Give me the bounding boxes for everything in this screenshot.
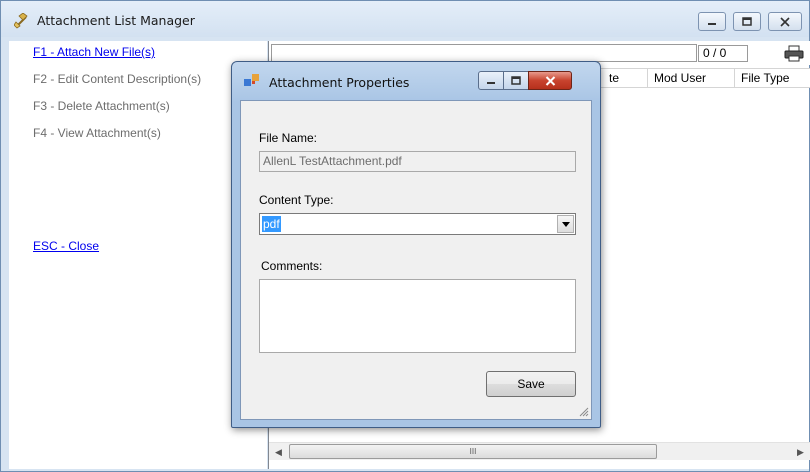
window-title: Attachment List Manager — [37, 13, 195, 28]
dialog-window-icon — [244, 74, 259, 86]
search-field[interactable] — [271, 44, 697, 62]
dialog-body: File Name: AllenL TestAttachment.pdf Con… — [240, 100, 592, 420]
dialog-title: Attachment Properties — [269, 75, 410, 90]
delete-attachments-command[interactable]: F3 - Delete Attachment(s) — [33, 99, 170, 113]
attachment-properties-dialog: Attachment Properties File Name: AllenL … — [231, 61, 601, 428]
minimize-button[interactable] — [698, 12, 726, 31]
attach-new-files-link[interactable]: F1 - Attach New File(s) — [33, 45, 155, 59]
dialog-minimize-button[interactable] — [478, 71, 504, 90]
view-attachments-command[interactable]: F4 - View Attachment(s) — [33, 126, 161, 140]
minimize-icon — [487, 81, 495, 84]
scroll-left-icon[interactable]: ◀ — [270, 443, 287, 461]
page-counter: 0 / 0 — [698, 45, 748, 62]
close-icon — [545, 75, 555, 86]
scroll-thumb-grip: III — [469, 447, 477, 456]
resize-grip-icon[interactable] — [577, 405, 589, 417]
scroll-right-icon[interactable]: ▶ — [792, 443, 809, 461]
close-link[interactable]: ESC - Close — [33, 239, 99, 253]
comments-textarea[interactable] — [259, 279, 576, 353]
content-type-dropdown[interactable]: pdf — [259, 213, 576, 235]
minimize-icon — [708, 22, 716, 25]
column-header-mod-user[interactable]: Mod User — [648, 69, 735, 88]
save-button[interactable]: Save — [486, 371, 576, 397]
column-header-file-type[interactable]: File Type — [735, 69, 810, 88]
main-titlebar[interactable]: Attachment List Manager — [1, 1, 809, 37]
dialog-maximize-button[interactable] — [503, 71, 529, 90]
maximize-button[interactable] — [733, 12, 761, 31]
dialog-close-button[interactable] — [528, 71, 572, 90]
horizontal-scrollbar[interactable]: ◀ III ▶ — [269, 442, 810, 460]
maximize-icon — [511, 76, 521, 85]
command-pane: F1 - Attach New File(s) F2 - Edit Conten… — [9, 41, 267, 469]
dropdown-button[interactable] — [557, 215, 574, 233]
print-icon — [784, 45, 803, 61]
close-button[interactable] — [768, 12, 802, 31]
content-type-selected-value: pdf — [262, 216, 281, 232]
file-name-field[interactable]: AllenL TestAttachment.pdf — [259, 151, 576, 172]
comments-label: Comments: — [261, 259, 323, 273]
app-icon — [14, 13, 28, 29]
print-button[interactable] — [777, 43, 810, 63]
close-icon — [780, 16, 790, 27]
content-type-label: Content Type: — [259, 193, 334, 207]
edit-content-description-command[interactable]: F2 - Edit Content Description(s) — [33, 72, 201, 86]
maximize-icon — [742, 17, 752, 26]
file-name-label: File Name: — [259, 131, 318, 145]
dropdown-arrow-icon — [561, 221, 570, 227]
column-header-date[interactable]: te — [603, 69, 648, 88]
scrollbar-thumb[interactable]: III — [289, 444, 657, 459]
